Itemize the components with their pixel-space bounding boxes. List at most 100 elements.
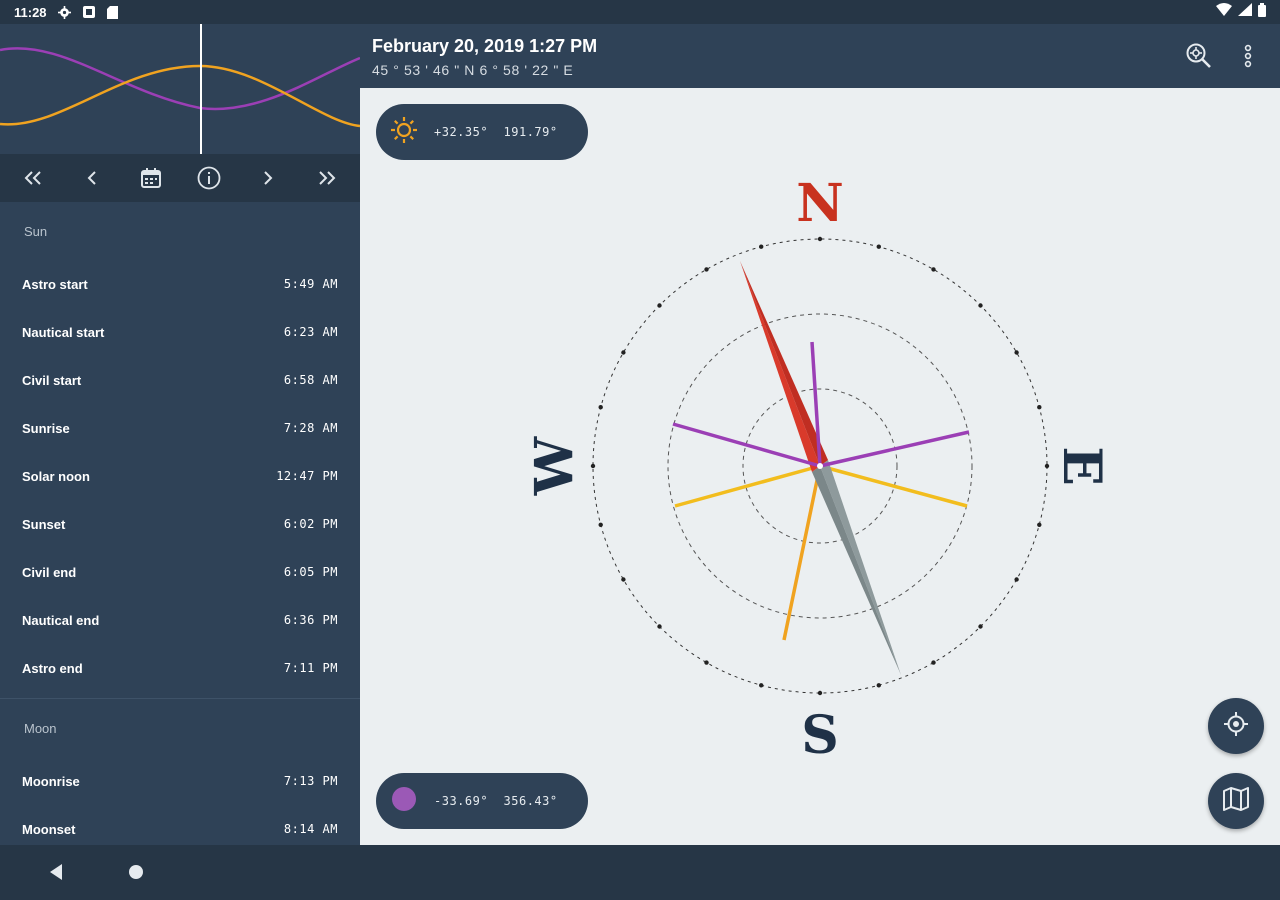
list-item-label: Nautical end xyxy=(22,612,100,628)
compass-rose: N S E W xyxy=(524,173,1112,766)
moon-ray-right xyxy=(819,430,970,468)
home-icon[interactable] xyxy=(121,857,151,887)
ring-tick xyxy=(759,244,764,249)
ring-tick xyxy=(1037,405,1042,410)
more-vert-icon[interactable] xyxy=(1230,38,1266,74)
ring-tick xyxy=(759,683,764,688)
sun-ray-right xyxy=(819,464,968,508)
moon-icon xyxy=(390,785,418,818)
info-icon[interactable] xyxy=(189,158,229,198)
list-item-time: 6:02 PM xyxy=(283,517,338,531)
app-bar: February 20, 2019 1:27 PM 45 ° 53 ' 46 "… xyxy=(360,24,1280,88)
list-item-label: Sunrise xyxy=(22,420,70,436)
list-item[interactable]: Civil start 6:58 AM xyxy=(0,356,360,404)
south-needle xyxy=(820,460,901,675)
ring-tick xyxy=(598,522,603,527)
ring-tick xyxy=(978,303,983,308)
south-needle-shade xyxy=(812,466,901,675)
square-icon xyxy=(81,4,97,20)
ring-tick xyxy=(590,463,596,469)
sun-azimuth-ray xyxy=(782,465,822,641)
list-item-time: 7:28 AM xyxy=(283,421,338,435)
moon-position-chip[interactable]: -33.69° 356.43° xyxy=(376,773,588,829)
ring-tick xyxy=(931,660,936,665)
previous-icon[interactable] xyxy=(72,158,112,198)
wifi-icon xyxy=(1216,3,1232,21)
ring-tick xyxy=(1014,577,1019,582)
page-title[interactable]: February 20, 2019 1:27 PM xyxy=(372,36,597,57)
sun-moon-altitude-graph[interactable] xyxy=(0,24,360,154)
ring-tick xyxy=(598,405,603,410)
list-item-label: Civil start xyxy=(22,372,82,388)
list-item[interactable]: Nautical end 6:36 PM xyxy=(0,596,360,644)
moon-altitude-curve xyxy=(0,47,360,111)
next-icon[interactable] xyxy=(248,158,288,198)
list-item-label: Moonset xyxy=(22,821,76,837)
list-item[interactable]: Sunset 6:02 PM xyxy=(0,500,360,548)
list-item[interactable]: Astro start 5:49 AM xyxy=(0,260,360,308)
fast-rewind-icon[interactable] xyxy=(13,158,53,198)
status-time: 11:28 xyxy=(14,4,47,20)
status-bar: 11:28 xyxy=(0,0,1280,24)
list-item-label: Astro start xyxy=(22,276,88,292)
list-item[interactable]: Solar noon 12:47 PM xyxy=(0,452,360,500)
zoom-search-icon[interactable] xyxy=(1181,38,1217,74)
list-item[interactable]: Moonset 8:14 AM xyxy=(0,805,360,845)
my-location-button[interactable] xyxy=(1208,698,1264,754)
left-panel: Sun Astro start 5:49 AM Nautical start 6:23… xyxy=(0,24,360,845)
ring-tick xyxy=(876,683,881,688)
list-item-label: Sunset xyxy=(22,516,66,532)
list-item-label: Nautical start xyxy=(22,324,105,340)
system-nav-bar xyxy=(0,845,1280,900)
fast-forward-icon[interactable] xyxy=(307,158,347,198)
list-item-time: 7:13 PM xyxy=(283,774,338,788)
ring-tick xyxy=(704,267,709,272)
ring-tick xyxy=(704,660,709,665)
list-item-label: Solar noon xyxy=(22,468,90,484)
sd-card-icon xyxy=(105,4,121,20)
list-item[interactable]: Nautical start 6:23 AM xyxy=(0,308,360,356)
signal-icon xyxy=(1238,3,1252,21)
ring-tick xyxy=(931,267,936,272)
sun-altitude-curve xyxy=(0,64,360,128)
battery-icon xyxy=(1258,2,1266,22)
moon-rows: Moonrise 7:13 PM Moonset 8:14 AM xyxy=(0,757,360,845)
back-icon[interactable] xyxy=(41,857,71,887)
list-item[interactable]: Astro end 7:11 PM xyxy=(0,644,360,692)
sun-section-title: Sun xyxy=(24,223,48,239)
ring-tick xyxy=(621,350,626,355)
compass-center xyxy=(817,463,823,469)
ring-tick xyxy=(817,236,823,242)
list-item-time: 6:58 AM xyxy=(283,373,338,387)
list-item-label: Moonrise xyxy=(22,773,80,789)
ring-tick xyxy=(1014,350,1019,355)
list-item-time: 6:36 PM xyxy=(283,613,338,627)
cardinal-east: E xyxy=(1051,446,1112,486)
list-item[interactable]: Civil end 6:05 PM xyxy=(0,548,360,596)
moon-position-text: -33.69° 356.43° xyxy=(434,794,558,808)
north-needle xyxy=(740,261,820,472)
list-item-time: 7:11 PM xyxy=(283,661,338,675)
sun-rows: Astro start 5:49 AM Nautical start 6:23 AM C… xyxy=(0,260,360,692)
map-icon xyxy=(1223,786,1249,816)
calendar-icon[interactable] xyxy=(131,158,171,198)
date-navigation-bar xyxy=(0,154,360,202)
compass-view: +32.35° 191.79° N S E W -33.69° 356.43° xyxy=(360,88,1280,845)
cardinal-south: S xyxy=(801,705,839,766)
ring-tick xyxy=(1044,463,1050,469)
list-item-time: 6:05 PM xyxy=(283,565,338,579)
ring-tick xyxy=(657,624,662,629)
gear-icon xyxy=(57,4,73,20)
map-button[interactable] xyxy=(1208,773,1264,829)
ring-tick xyxy=(621,577,626,582)
list-item[interactable]: Moonrise 7:13 PM xyxy=(0,757,360,805)
ring-tick xyxy=(978,624,983,629)
cardinal-west: W xyxy=(524,435,585,496)
ring-tick xyxy=(657,303,662,308)
ring-tick xyxy=(876,244,881,249)
list-item[interactable]: Sunrise 7:28 AM xyxy=(0,404,360,452)
my-location-icon xyxy=(1223,711,1249,742)
location-coordinates: 45 ° 53 ' 46 " N 6 ° 58 ' 22 " E xyxy=(372,62,574,78)
altitude-graph-svg xyxy=(0,24,360,154)
rise-set-list: Sun Astro start 5:49 AM Nautical start 6:23… xyxy=(0,202,360,845)
